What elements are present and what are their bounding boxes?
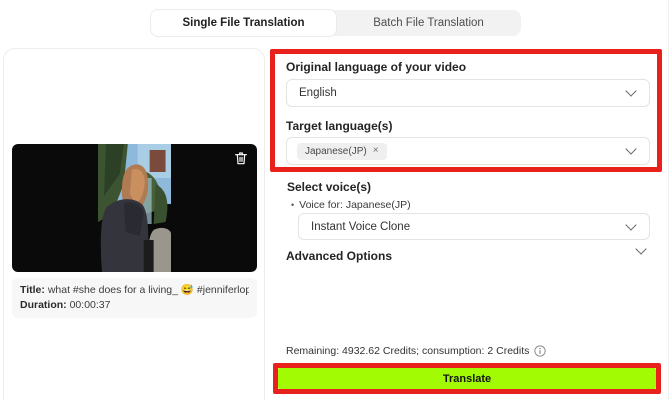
voice-for-line: • Voice for: Japanese(JP)	[291, 199, 411, 211]
credits-text: Remaining: 4932.62 Credits; consumption:…	[286, 345, 530, 357]
video-meta: Title: what #she does for a living_ 😅 #j…	[12, 278, 257, 318]
translation-mode-tabs: Single File Translation Batch File Trans…	[151, 10, 521, 36]
select-voice-label: Select voice(s)	[287, 180, 372, 194]
page-edge-divider	[668, 0, 669, 400]
title-label: Title:	[20, 284, 45, 296]
voice-for-label: Voice for: Japanese(JP)	[299, 199, 411, 211]
video-preview-card: Title: what #she does for a living_ 😅 #j…	[3, 48, 265, 400]
voice-value: Instant Voice Clone	[311, 220, 411, 233]
video-duration: Duration: 00:00:37	[20, 298, 249, 313]
chevron-down-icon	[625, 143, 637, 155]
original-language-value: English	[299, 87, 337, 99]
voice-select[interactable]: Instant Voice Clone	[298, 213, 650, 240]
delete-video-button[interactable]	[233, 150, 249, 166]
tab-batch-file-translation[interactable]: Batch File Translation	[336, 10, 521, 36]
info-icon[interactable]	[534, 345, 547, 357]
duration-label: Duration:	[20, 299, 67, 311]
translate-button[interactable]: Translate	[278, 368, 656, 389]
tab-single-file-translation[interactable]: Single File Translation	[151, 10, 336, 36]
target-language-select[interactable]: Japanese(JP) ×	[286, 137, 650, 165]
chevron-down-icon	[625, 218, 637, 231]
bullet-icon: •	[291, 200, 295, 210]
original-language-label: Original language of your video	[286, 60, 467, 74]
title-value: what #she does for a living_ 😅 #jennifer…	[47, 284, 249, 296]
duration-value: 00:00:37	[69, 299, 111, 311]
chevron-down-icon[interactable]	[635, 243, 647, 255]
target-language-label: Target language(s)	[286, 119, 393, 133]
video-title: Title: what #she does for a living_ 😅 #j…	[20, 283, 249, 298]
credits-info: Remaining: 4932.62 Credits; consumption:…	[286, 345, 547, 357]
advanced-options-toggle[interactable]: Advanced Options	[286, 249, 392, 263]
x-icon[interactable]: ×	[373, 146, 379, 156]
original-language-select[interactable]: English	[286, 79, 650, 107]
chevron-down-icon	[625, 85, 637, 97]
video-thumbnail	[12, 144, 257, 272]
video-frame	[97, 144, 172, 272]
target-language-tag: Japanese(JP) ×	[297, 142, 387, 160]
video-translation-page: Single File Translation Batch File Trans…	[0, 0, 672, 400]
target-language-tag-label: Japanese(JP)	[305, 145, 367, 157]
trash-icon	[235, 152, 247, 165]
